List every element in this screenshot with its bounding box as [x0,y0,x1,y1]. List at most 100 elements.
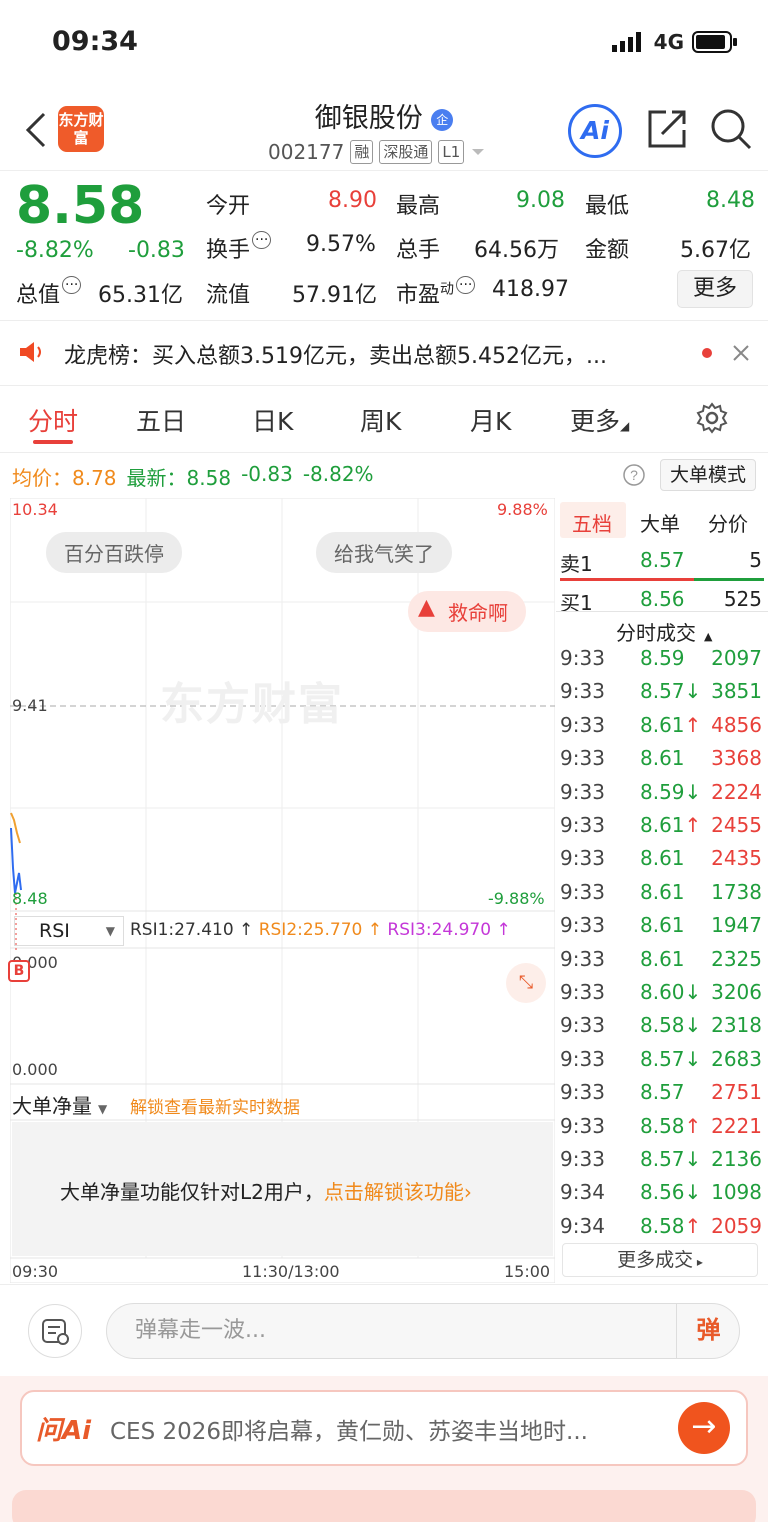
more-trades-button[interactable]: 更多成交 ▸ [562,1243,758,1277]
trade-time: 9:33 [560,679,605,704]
ask-ai-text[interactable]: CES 2026即将启幕，黄仁勋、苏姿丰当地时... [110,1412,660,1446]
trade-row: 9:33 8.61 3368 [560,746,764,779]
trade-row: 9:33 8.58↓ 2318 [560,1013,764,1046]
trade-price: 8.58↑ [640,1213,702,1238]
trade-volume: 2059 [711,1213,762,1238]
trade-time: 9:33 [560,1113,605,1138]
x-axis-mid: 11:30/13:00 [242,1262,340,1281]
info-icon[interactable]: ··· [252,231,272,249]
trade-volume: 2136 [711,1147,762,1171]
tab-weekly-k[interactable]: 周K [360,402,401,438]
danmu-toggle[interactable] [28,1304,82,1358]
danmu-bubble[interactable]: 百分百跌停 [46,532,182,573]
watermark: 东方财富 [160,679,344,730]
trade-time: 9:33 [560,1046,605,1071]
trade-row: 9:34 8.56↓ 1098 [560,1180,764,1213]
svg-text:?: ? [630,467,638,483]
chevron-down-icon[interactable] [470,147,486,157]
info-icon[interactable]: ··· [456,276,476,294]
trade-time: 9:33 [560,879,605,904]
rsi-selector[interactable]: RSI ▼ [14,916,124,946]
low-label: 最低 [585,194,630,219]
bigflow-selector[interactable]: 大单净量 ▼ [12,1090,107,1119]
open-label: 今开 [206,194,251,219]
expand-icon[interactable]: ⤡ [506,963,546,1003]
divider [556,611,768,612]
trade-volume: 2435 [711,846,762,871]
tab-five-levels[interactable]: 五档 [572,508,612,537]
trade-price: 8.61↑ [640,712,702,737]
danmu-bubble-hot[interactable]: ▲ 救命啊 [408,591,526,632]
tab-monthly-k[interactable]: 月K [470,402,511,438]
battery-icon [692,31,737,53]
tab-daily-k[interactable]: 日K [252,402,293,438]
trade-volume: 2683 [711,1046,762,1071]
stock-name: 御银股份 [314,103,423,134]
trade-time: 9:33 [560,913,605,938]
info-icon[interactable]: ··· [62,276,82,294]
trade-price: 8.61 [640,879,685,904]
trade-time: 9:34 [560,1213,605,1238]
trade-time: 9:33 [560,980,605,1004]
danmu-send-button[interactable]: 弹 [676,1303,740,1359]
trade-price: 8.57↓ [640,1147,702,1171]
more-quote-button[interactable]: 更多 [677,270,753,308]
trade-row: 9:33 8.61↑ 4856 [560,713,764,746]
x-axis-start: 09:30 [12,1262,59,1281]
tab-big-orders[interactable]: 大单 [640,508,680,537]
trade-volume: 4856 [711,712,762,737]
share-icon[interactable] [646,108,688,150]
mktcap-label: 总值 ··· [16,276,82,309]
notice-text[interactable]: 龙虎榜：买入总额3.519亿元，卖出总额5.452亿元，... [64,338,684,370]
trade-row: 9:33 8.61 2325 [560,947,764,980]
trade-price: 8.61↑ [640,813,702,837]
buy1-row: 买1 8.56 525 [560,587,762,615]
big-order-mode-button[interactable]: 大单模式 [660,459,756,491]
bottom-banner[interactable] [12,1490,756,1522]
trade-time: 9:33 [560,1147,605,1171]
tab-more[interactable]: 更多◢ [570,402,629,438]
unlock-link[interactable]: 解锁查看最新实时数据 [130,1093,300,1118]
trades-title[interactable]: 分时成交 ▲ [616,617,712,646]
enterprise-badge-icon: 企 [431,108,454,131]
pe-label: 市盈动 ··· [396,276,476,309]
help-icon[interactable]: ? [622,463,646,487]
change-abs: -0.83 [128,238,185,263]
trade-price: 8.57 [640,1080,685,1105]
trade-price: 8.60↓ [640,980,702,1004]
settings-gear-icon[interactable] [696,402,728,434]
buy-marker[interactable]: B [8,960,30,982]
rsi3-value: RSI3:24.970 ↑ [387,920,511,940]
pe-value: 418.97 [492,277,569,302]
trade-row: 9:33 8.61↑ 2455 [560,813,764,846]
tab-five-day[interactable]: 五日 [136,402,186,438]
status-time: 09:34 [52,26,138,57]
trade-price: 8.59↓ [640,779,702,804]
danmu-input[interactable]: 弹幕走一波... [106,1303,740,1359]
trade-volume: 2318 [711,1013,762,1038]
trade-price: 8.57↓ [640,1046,702,1071]
tab-price-dist[interactable]: 分价 [708,508,748,537]
pct-axis-bottom: -9.88% [488,889,545,908]
y-axis-top: 10.34 [12,500,58,519]
l2-unlock-link[interactable]: 点击解锁该功能 [324,1180,464,1204]
trade-volume: 2325 [711,946,762,971]
search-icon[interactable] [708,106,754,152]
divider [0,320,768,321]
close-icon[interactable] [732,344,750,362]
danmu-bubble[interactable]: 给我气笑了 [316,532,452,573]
tab-intraday[interactable]: 分时 [28,402,78,438]
arrow-right-icon[interactable]: → [678,1402,730,1454]
open-value: 8.90 [328,188,377,213]
sell-bar [560,578,694,581]
trade-volume: 3851 [711,679,762,704]
trade-time: 9:33 [560,712,605,737]
trade-row: 9:33 8.59 2097 [560,646,764,679]
rsi1-value: RSI1:27.410 ↑ [130,920,254,940]
trade-row: 9:33 8.61 1947 [560,913,764,946]
tag-connect: 深股通 [379,140,433,164]
ai-button[interactable]: Ai [568,104,622,158]
volume-label: 总手 [396,238,441,263]
trade-volume: 1098 [711,1180,762,1205]
ask-ai-logo: 问Ai [36,1416,92,1446]
